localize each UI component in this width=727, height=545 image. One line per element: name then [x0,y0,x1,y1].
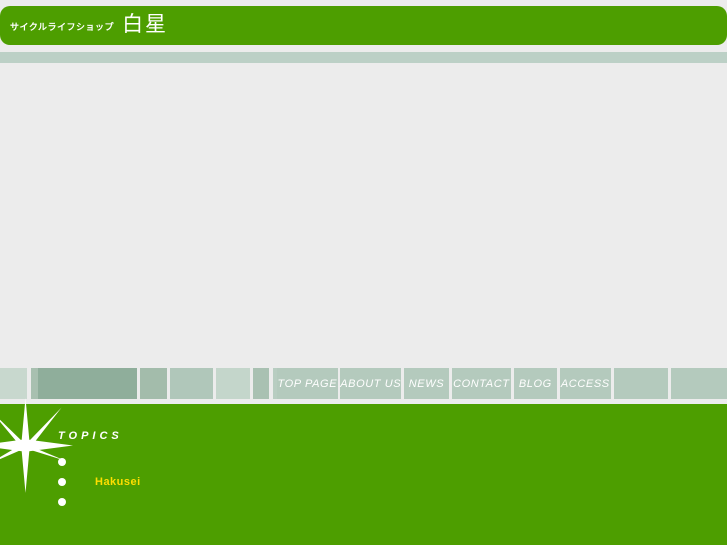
nav-decor-block-5 [139,368,167,399]
topics-item-label: Hakusei [95,476,141,488]
bullet-icon [58,478,66,486]
topics-heading: TOPICS [58,430,123,442]
header-accent-stripe [0,52,727,63]
nav-item-top-page[interactable]: TOP PAGE [277,368,338,399]
main-content-area [0,63,727,368]
nav-decor-block-0 [0,368,27,399]
nav-decor-block-2 [30,368,38,399]
nav-decor-block-3 [37,368,137,399]
nav-trailing-block-0 [613,368,668,399]
site-logo[interactable]: サイクルライフショップ 白星 [10,6,168,45]
bullet-icon [58,498,66,506]
site-header: サイクルライフショップ 白星 [0,6,727,45]
main-navigation: TOP PAGE ABOUT US NEWS CONTACT BLOG ACCESS [0,368,727,399]
bullet-icon [58,458,66,466]
nav-item-news[interactable]: NEWS [403,368,449,399]
nav-decor-block-11 [252,368,270,399]
nav-item-access[interactable]: ACCESS [559,368,611,399]
nav-decor-block-9 [216,368,251,399]
logo-kanji-text: 白星 [122,12,169,36]
nav-trailing-block-2 [671,368,727,399]
nav-item-contact[interactable]: CONTACT [451,368,512,399]
nav-item-about-us[interactable]: ABOUT US [340,368,402,399]
nav-item-blog[interactable]: BLOG [513,368,557,399]
nav-decor-block-7 [170,368,214,399]
logo-kana-text: サイクルライフショップ [10,22,115,32]
page-root: サイクルライフショップ 白星 TOP PAGE ABOUT US NEWS CONTA… [0,0,727,545]
